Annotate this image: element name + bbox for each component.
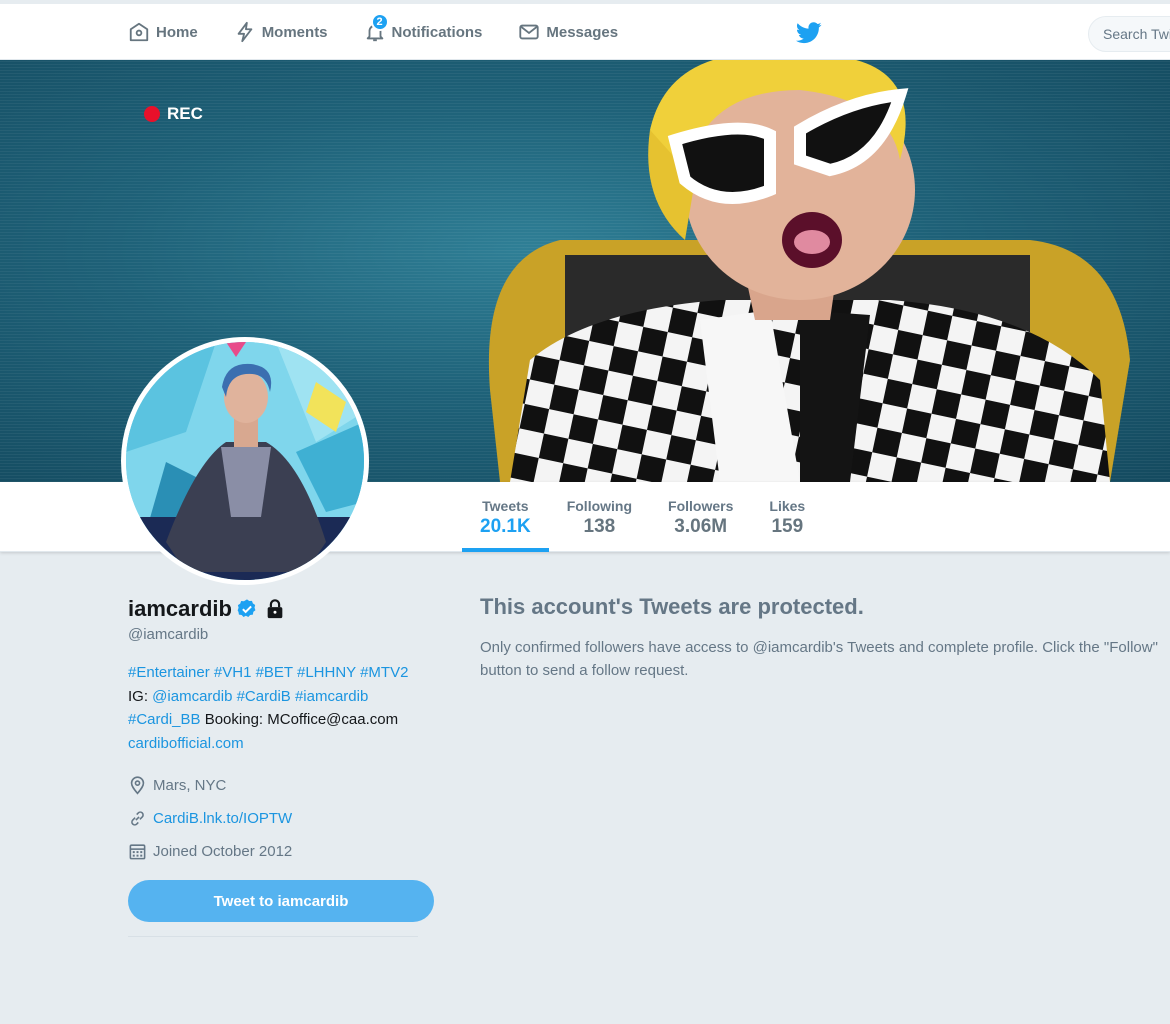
profile-divider xyxy=(128,936,418,937)
profile-card: iamcardib @iamcardib #Entertainer #VH1 #… xyxy=(128,596,438,937)
stat-tweets[interactable]: Tweets 20.1K xyxy=(462,482,549,552)
protected-account-notice: This account's Tweets are protected. Onl… xyxy=(480,594,1170,682)
stat-following-value: 138 xyxy=(583,516,616,537)
home-icon xyxy=(129,22,149,42)
bio-hashtags-link[interactable]: #Entertainer #VH1 #BET #LHHNY #MTV2 xyxy=(128,664,408,681)
envelope-icon xyxy=(519,24,539,40)
rec-indicator: REC xyxy=(144,104,203,124)
bio-ig-links[interactable]: @iamcardib #CardiB #iamcardib xyxy=(152,688,368,705)
profile-avatar[interactable] xyxy=(121,337,369,585)
stat-likes-label: Likes xyxy=(769,498,806,514)
twitter-logo-icon[interactable] xyxy=(796,22,822,44)
avatar-photo-illustration xyxy=(126,342,364,580)
search-placeholder: Search Twi xyxy=(1103,26,1170,42)
verified-badge-icon xyxy=(237,599,256,617)
stat-followers[interactable]: Followers 3.06M xyxy=(650,482,751,552)
stat-likes-value: 159 xyxy=(771,516,804,537)
profile-bio: #Entertainer #VH1 #BET #LHHNY #MTV2 IG: … xyxy=(128,661,438,755)
profile-url-link[interactable]: CardiB.lnk.to/IOPTW xyxy=(153,810,292,827)
stat-following[interactable]: Following 138 xyxy=(549,482,650,552)
stat-following-label: Following xyxy=(566,498,633,514)
nav-home-label: Home xyxy=(156,23,198,41)
nav-messages-label: Messages xyxy=(546,23,619,41)
profile-stats: Tweets 20.1K Following 138 Followers 3.0… xyxy=(462,482,823,552)
profile-display-name[interactable]: iamcardib xyxy=(128,596,232,622)
protected-description: Only confirmed followers have access to … xyxy=(480,639,1158,679)
nav-notifications[interactable]: 2 Notifications xyxy=(364,4,483,60)
profile-url: CardiB.lnk.to/IOPTW xyxy=(128,802,438,835)
profile-joined-text: Joined October 2012 xyxy=(153,843,293,860)
lock-icon xyxy=(267,599,283,619)
profile-location: Mars, NYC xyxy=(128,769,438,802)
profile-name-row: iamcardib xyxy=(128,596,438,622)
lightning-icon xyxy=(237,21,253,43)
top-navigation-bar: Home Moments 2 Notifications Messages Se… xyxy=(0,0,1170,60)
notification-count-badge: 2 xyxy=(370,13,389,31)
stat-tweets-label: Tweets xyxy=(482,498,529,514)
rec-label: REC xyxy=(167,104,203,123)
nav-home[interactable]: Home xyxy=(128,4,198,60)
stat-tweets-value: 20.1K xyxy=(480,516,531,537)
profile-screen-name[interactable]: @iamcardib xyxy=(128,626,438,643)
banner-photo-illustration xyxy=(488,60,1130,482)
nav-moments[interactable]: Moments xyxy=(234,4,328,60)
bio-booking-text: Booking: MCoffice@caa.com xyxy=(200,711,399,728)
stat-followers-label: Followers xyxy=(668,498,734,514)
nav-messages[interactable]: Messages xyxy=(518,4,618,60)
stat-followers-value: 3.06M xyxy=(674,516,728,537)
nav-notifications-label: Notifications xyxy=(391,23,483,41)
record-dot-icon xyxy=(144,106,160,122)
profile-location-text: Mars, NYC xyxy=(153,777,227,794)
profile-meta: Mars, NYC CardiB.lnk.to/IOPTW Joined Oct… xyxy=(128,769,438,868)
bio-ig-prefix: IG: xyxy=(128,687,153,705)
search-input[interactable]: Search Twi xyxy=(1088,16,1170,52)
profile-joined: Joined October 2012 xyxy=(128,835,438,868)
bio-website-link[interactable]: cardibofficial.com xyxy=(128,735,244,752)
tweet-to-user-button[interactable]: Tweet to iamcardib xyxy=(128,880,434,922)
primary-nav: Home Moments 2 Notifications Messages xyxy=(128,4,654,60)
bio-cardi-bb-link[interactable]: #Cardi_BB xyxy=(128,711,201,728)
link-icon xyxy=(131,811,144,826)
protected-title: This account's Tweets are protected. xyxy=(480,594,864,619)
stat-likes[interactable]: Likes 159 xyxy=(751,482,823,552)
calendar-icon xyxy=(129,844,146,860)
nav-moments-label: Moments xyxy=(261,23,328,41)
location-pin-icon xyxy=(130,776,145,795)
